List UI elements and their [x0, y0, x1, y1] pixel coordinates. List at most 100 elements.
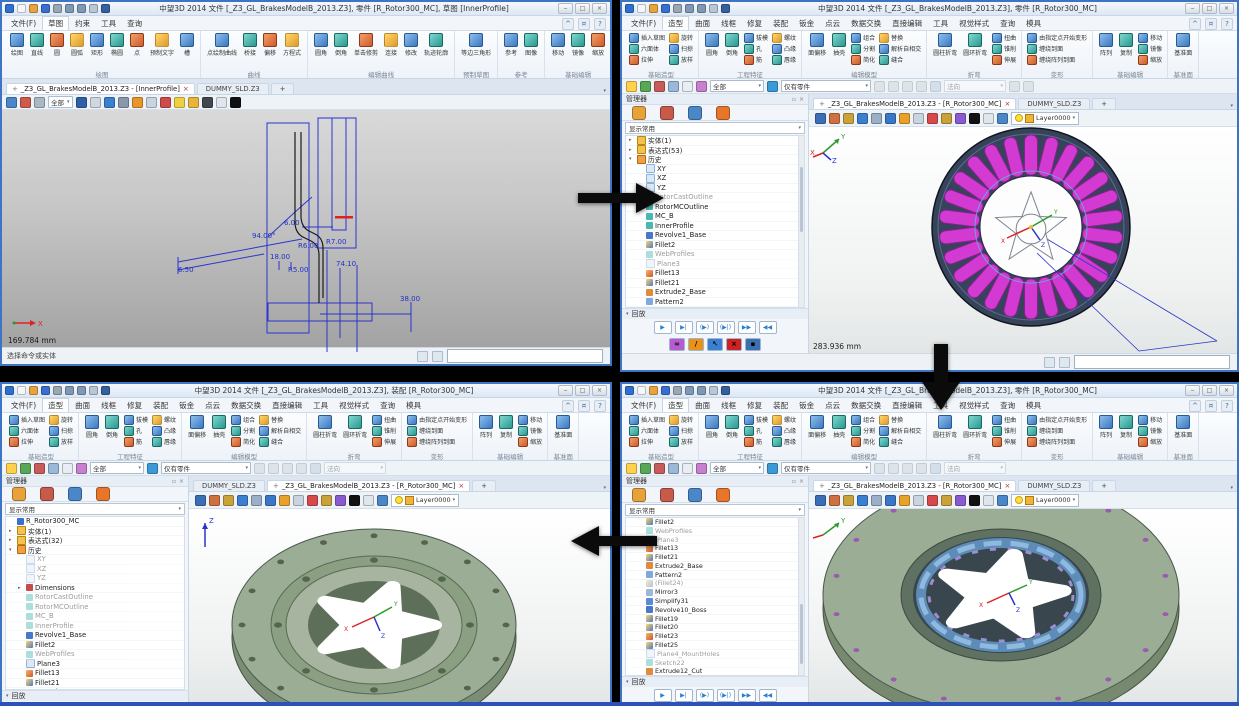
- shell-view-icon[interactable]: [997, 495, 1008, 506]
- pick-cursor-icon[interactable]: [626, 463, 637, 474]
- filter-feature-icon[interactable]: [296, 463, 307, 474]
- ribbon-button[interactable]: 缝合: [877, 436, 923, 447]
- filter-face-icon[interactable]: [874, 463, 885, 474]
- window-control-button[interactable]: ×: [1219, 3, 1234, 14]
- document-tab[interactable]: +_Z3_GL_BrakesModelB_2013.Z3 - [R_Rotor3…: [813, 480, 1016, 491]
- ribbon-button[interactable]: 解析自相交: [877, 43, 923, 54]
- status-window-icon[interactable]: [1059, 357, 1070, 368]
- resume-play-icon[interactable]: [721, 4, 730, 13]
- frame-icon[interactable]: [146, 97, 157, 108]
- menu-tab[interactable]: 钣金: [794, 399, 819, 412]
- section-view-icon[interactable]: [913, 495, 924, 506]
- tree-item[interactable]: (Fillet24): [626, 580, 804, 589]
- ribbon-button[interactable]: 锥削: [370, 425, 398, 436]
- menu-tab[interactable]: 查询: [995, 17, 1020, 30]
- ribbon-button[interactable]: 扭曲: [990, 32, 1018, 43]
- manager-float-icon[interactable]: ▫: [172, 478, 176, 485]
- highlight-icon[interactable]: [160, 97, 171, 108]
- ribbon-button[interactable]: 复制: [1116, 32, 1136, 58]
- ribbon-button[interactable]: 圆柱折弯: [310, 414, 340, 440]
- tree-item[interactable]: XZ: [6, 565, 184, 575]
- ribbon-button[interactable]: 放样: [47, 436, 75, 447]
- normal-mode-icon[interactable]: [310, 463, 321, 474]
- app-logo-icon[interactable]: [5, 386, 14, 395]
- ribbon-button[interactable]: 抽壳: [829, 414, 849, 440]
- normal-mode-icon[interactable]: [930, 81, 941, 92]
- clock-view-icon[interactable]: [90, 97, 101, 108]
- tree-expand-arrow[interactable]: ▸: [18, 585, 24, 591]
- menu-tab[interactable]: 造型: [662, 16, 689, 30]
- ribbon-button[interactable]: 基准面: [1171, 414, 1195, 440]
- ribbon-button[interactable]: 阵列: [476, 414, 496, 440]
- tree-item[interactable]: Extrude12_Cut: [626, 668, 804, 676]
- ribbon-button[interactable]: 复制: [496, 414, 516, 440]
- view-manager-tab[interactable]: [716, 106, 730, 120]
- replay-button[interactable]: (▶|): [717, 321, 735, 334]
- redo-icon[interactable]: [77, 386, 86, 395]
- window-control-button[interactable]: □: [575, 385, 590, 396]
- status-grid-icon[interactable]: [417, 351, 428, 362]
- insert-here-icon[interactable]: ↖: [707, 338, 723, 351]
- menu-tab[interactable]: 修复: [742, 17, 767, 30]
- ribbon-button[interactable]: 缩放: [516, 436, 544, 447]
- resume-play-icon[interactable]: [101, 386, 110, 395]
- options-gear-icon[interactable]: ¤: [1205, 18, 1217, 30]
- ribbon-button[interactable]: 移动: [1136, 414, 1164, 425]
- replay-button[interactable]: ▶▶: [738, 321, 756, 334]
- tree-item[interactable]: Fillet13: [626, 269, 804, 279]
- refresh-filter-icon[interactable]: [767, 81, 778, 92]
- ribbon-button[interactable]: 唇缘: [770, 436, 798, 447]
- tab-overflow-icon[interactable]: ▾: [603, 88, 606, 94]
- ribbon-button[interactable]: 组合: [849, 414, 877, 425]
- ribbon-button[interactable]: 扭曲: [990, 414, 1018, 425]
- add-pick-icon[interactable]: [20, 463, 31, 474]
- menu-tab[interactable]: 文件(F): [626, 17, 661, 30]
- resume-play-icon[interactable]: [721, 386, 730, 395]
- app-logo-icon[interactable]: [625, 386, 634, 395]
- undo-icon[interactable]: [685, 386, 694, 395]
- ribbon-button[interactable]: 唇缘: [150, 436, 178, 447]
- ribbon-button[interactable]: 凸缘: [150, 425, 178, 436]
- menu-tab[interactable]: 视觉样式: [954, 399, 994, 412]
- tree-item[interactable]: InnerProfile: [6, 622, 184, 632]
- white-swatch-icon[interactable]: [983, 495, 994, 506]
- ribbon-button[interactable]: 镜像: [1136, 43, 1164, 54]
- ribbon-button[interactable]: 修改: [401, 32, 421, 58]
- add-pick-icon[interactable]: [640, 81, 651, 92]
- filter-face-icon[interactable]: [254, 463, 265, 474]
- menu-tab[interactable]: 数据交换: [226, 399, 266, 412]
- window-control-button[interactable]: ‒: [558, 3, 573, 14]
- view-orient-icon[interactable]: [857, 495, 868, 506]
- document-tab[interactable]: +_Z3_GL_BrakesModelB_2013.Z3 - [InnerPro…: [6, 83, 195, 94]
- pick-all-icon[interactable]: [1023, 81, 1034, 92]
- ribbon-button[interactable]: 圆: [47, 32, 67, 58]
- ribbon-button[interactable]: 筋: [742, 54, 770, 65]
- tree-expand-arrow[interactable]: ▸: [629, 147, 635, 153]
- print-icon[interactable]: [673, 4, 682, 13]
- new-file-icon[interactable]: [637, 386, 646, 395]
- open-file-icon[interactable]: [29, 4, 38, 13]
- tree-filter-combo[interactable]: 显示常用▾: [625, 122, 805, 134]
- pick-circle-icon[interactable]: [682, 463, 693, 474]
- tree-item[interactable]: YZ: [6, 574, 184, 584]
- align-h-icon[interactable]: [927, 495, 938, 506]
- shade-view-icon[interactable]: [76, 97, 87, 108]
- document-tab[interactable]: +: [1092, 480, 1116, 491]
- tree-expand-arrow[interactable]: ▸: [629, 137, 635, 143]
- tree-item[interactable]: XY: [626, 165, 804, 175]
- ribbon-button[interactable]: 面偏移: [185, 414, 209, 440]
- document-tab[interactable]: DUMMY_SLD.Z3: [1018, 480, 1090, 491]
- collapse-ribbon-icon[interactable]: ^: [1189, 400, 1201, 412]
- filter-normal-combo[interactable]: 法向▾: [944, 462, 1006, 474]
- viewport-3d[interactable]: X Y Z Z: [189, 509, 610, 704]
- eraser-icon[interactable]: [829, 495, 840, 506]
- ribbon-button[interactable]: 缠绕阵列到面: [1025, 436, 1089, 447]
- collapse-ribbon-icon[interactable]: ^: [562, 18, 574, 30]
- tree-item[interactable]: Plane3: [626, 260, 804, 270]
- replay-header[interactable]: ▾回放: [2, 690, 188, 701]
- menu-tab[interactable]: 文件(F): [6, 399, 41, 412]
- menu-tab[interactable]: 点云: [200, 399, 225, 412]
- filter-face-icon[interactable]: [874, 81, 885, 92]
- ribbon-button[interactable]: 移动: [548, 32, 568, 58]
- ribbon-button[interactable]: 分割: [849, 43, 877, 54]
